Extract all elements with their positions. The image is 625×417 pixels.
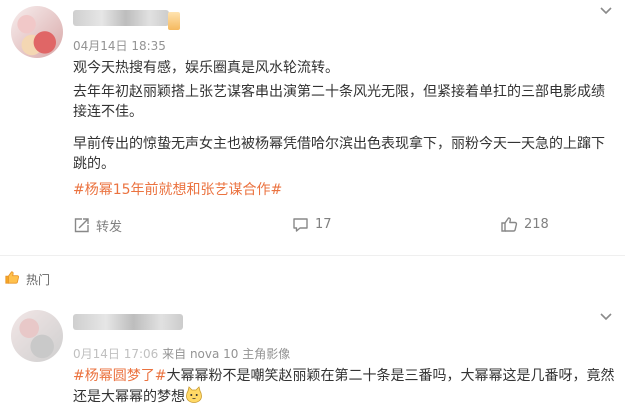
hot-label: 热门 [26, 272, 51, 287]
divider [0, 255, 625, 256]
comment-date: 04月14日 18:35 [73, 39, 166, 53]
hashtag-link[interactable]: #杨幂15年前就想和张艺谋合作# [73, 180, 282, 200]
chevron-down-icon[interactable] [599, 2, 613, 15]
user-badge-icon [168, 12, 180, 30]
avatar[interactable] [11, 6, 63, 58]
repost-icon [73, 217, 90, 234]
repost-label: 转发 [96, 220, 123, 235]
comment-paragraph: 去年年初赵丽颖搭上张艺谋客串出演第二十条风光无限，但紧接着单扛的三部电影成绩接连… [73, 84, 605, 120]
hashtag-link[interactable]: #杨幂圆梦了# [73, 368, 166, 384]
comment-count: 17 [315, 217, 332, 232]
thumbs-up-icon [500, 216, 518, 233]
comment-body: #杨幂圆梦了#大幂幂粉不是嘲笑赵丽颖在第二十条是三番吗，大幂幂这是几番呀，竟然还… [73, 366, 618, 410]
comment-button[interactable]: 17 [292, 216, 332, 233]
avatar[interactable] [11, 310, 63, 362]
comment-date: 0月14日 17:06 [73, 347, 159, 361]
repost-button[interactable]: 转发 [73, 216, 122, 235]
cat-emoji-icon [185, 386, 203, 410]
comment-source: 来自 nova 10 主角影像 [162, 347, 291, 361]
comment-paragraph: 早前传出的惊蛰无声女主也被杨幂凭借哈尔滨出色表现拿下，丽粉今天一天急的上蹿下跳的… [73, 136, 605, 172]
thumbs-up-icon [4, 270, 20, 288]
chevron-down-icon[interactable] [599, 308, 613, 321]
comment-icon [292, 216, 309, 233]
like-count: 218 [524, 217, 549, 232]
like-button[interactable]: 218 [500, 216, 549, 233]
comment-meta: 0月14日 17:06 来自 nova 10 主角影像 [73, 345, 290, 362]
hot-section-header: 热门 [4, 270, 50, 288]
username-blurred[interactable] [73, 314, 183, 330]
username-blurred[interactable] [73, 10, 169, 26]
comment-paragraph: 观今天热搜有感，娱乐圈真是风水轮流转。 [73, 60, 339, 76]
